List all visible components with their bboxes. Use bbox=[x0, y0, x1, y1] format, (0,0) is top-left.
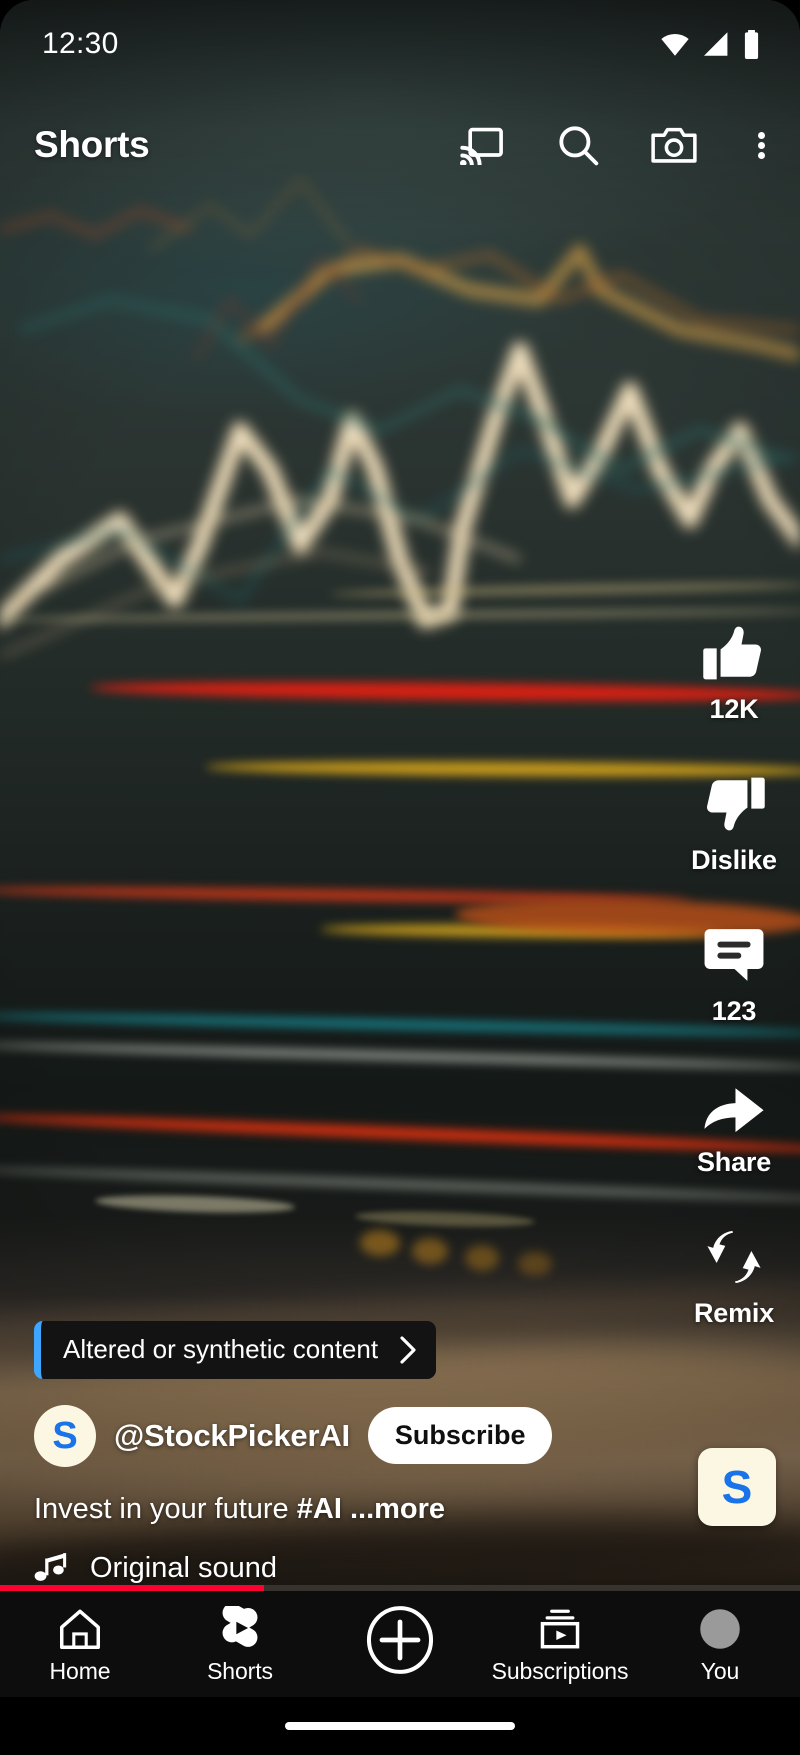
page-title: Shorts bbox=[34, 124, 150, 165]
cellular-signal-icon bbox=[704, 32, 728, 56]
status-clock: 12:30 bbox=[42, 27, 119, 60]
home-icon-wrap bbox=[58, 1604, 102, 1650]
home-icon bbox=[60, 1609, 100, 1649]
top-bar-actions bbox=[434, 123, 800, 167]
shorts-icon-wrap bbox=[218, 1604, 262, 1650]
nav-home[interactable]: Home bbox=[0, 1604, 160, 1685]
nav-home-label: Home bbox=[49, 1657, 111, 1684]
comment-bubble-icon bbox=[704, 929, 764, 981]
cast-button[interactable] bbox=[434, 125, 530, 165]
like-count: 12K bbox=[709, 694, 759, 724]
remix-arrows-icon bbox=[707, 1230, 761, 1284]
comment-button[interactable]: 123 bbox=[668, 922, 800, 1027]
caption-more-link[interactable]: ...more bbox=[350, 1493, 445, 1525]
plus-circle-icon-wrap bbox=[366, 1604, 434, 1676]
nav-subscriptions[interactable]: Subscriptions bbox=[480, 1604, 640, 1685]
nav-shorts-label: Shorts bbox=[207, 1657, 273, 1684]
nav-create[interactable] bbox=[320, 1604, 480, 1684]
action-rail: 12K Dislike 123 Share Remix bbox=[668, 620, 800, 1329]
synthetic-content-banner[interactable]: Altered or synthetic content bbox=[34, 1320, 437, 1379]
remix-button[interactable]: Remix bbox=[668, 1224, 800, 1329]
subscriptions-icon-wrap bbox=[538, 1604, 582, 1650]
wifi-icon bbox=[661, 33, 689, 56]
status-bar: 12:30 bbox=[0, 0, 800, 88]
thumbs-up-icon bbox=[703, 626, 762, 680]
shorts-icon bbox=[222, 1605, 258, 1647]
search-icon bbox=[559, 126, 599, 166]
camera-icon bbox=[651, 127, 697, 163]
caption-text: Invest in your future bbox=[34, 1492, 297, 1525]
remix-arrows-icon-wrap bbox=[703, 1224, 765, 1286]
remix-label: Remix bbox=[693, 1298, 775, 1328]
system-gesture-bar bbox=[0, 1697, 800, 1755]
share-label: Share bbox=[696, 1147, 772, 1177]
video-meta: Altered or synthetic content S @StockPic… bbox=[0, 1320, 620, 1585]
account-avatar-icon bbox=[700, 1608, 740, 1649]
sound-thumbnail-button[interactable]: S bbox=[698, 1448, 776, 1526]
thumbs-down-icon-wrap bbox=[703, 771, 765, 833]
subscribe-button[interactable]: Subscribe bbox=[367, 1407, 553, 1465]
bottom-navigation-bar: Home Shorts Subscriptions You bbox=[0, 1591, 800, 1697]
comment-bubble-icon-wrap bbox=[703, 922, 765, 984]
camera-button[interactable] bbox=[626, 125, 722, 165]
channel-row: S @StockPickerAI Subscribe bbox=[34, 1404, 620, 1467]
plus-circle-icon bbox=[366, 1606, 434, 1674]
video-caption[interactable]: Invest in your future #AI ...more bbox=[34, 1491, 620, 1527]
music-note-icon bbox=[34, 1553, 67, 1581]
avatar-letter: S bbox=[52, 1414, 78, 1457]
caption-hashtag[interactable]: #AI bbox=[297, 1493, 342, 1525]
like-button[interactable]: 12K bbox=[668, 620, 800, 725]
search-button[interactable] bbox=[530, 123, 626, 167]
thumbs-down-icon bbox=[706, 777, 765, 831]
nav-shorts[interactable]: Shorts bbox=[160, 1604, 320, 1685]
status-icons bbox=[659, 29, 760, 59]
nav-subscriptions-label: Subscriptions bbox=[491, 1657, 629, 1684]
synthetic-content-label: Altered or synthetic content bbox=[63, 1334, 379, 1365]
channel-avatar[interactable]: S bbox=[34, 1404, 96, 1467]
nav-you[interactable]: You bbox=[640, 1604, 800, 1685]
channel-handle[interactable]: @StockPickerAI bbox=[114, 1418, 350, 1454]
gesture-pill[interactable] bbox=[285, 1722, 515, 1730]
shorts-top-bar: Shorts bbox=[0, 104, 800, 186]
battery-icon bbox=[744, 29, 759, 59]
sound-thumbnail-letter: S bbox=[721, 1461, 753, 1513]
share-arrow-icon-wrap bbox=[702, 1073, 766, 1135]
share-button[interactable]: Share bbox=[668, 1073, 800, 1178]
device-screen: 12:30 Shorts 12K Dislike 123 Share Remix… bbox=[0, 0, 800, 1755]
cast-icon bbox=[460, 127, 503, 165]
comment-count: 123 bbox=[711, 996, 757, 1026]
share-arrow-icon bbox=[704, 1088, 764, 1133]
chevron-right-icon bbox=[398, 1335, 418, 1365]
dislike-label: Dislike bbox=[691, 845, 777, 875]
sound-row[interactable]: Original sound bbox=[34, 1551, 620, 1585]
more-options-icon bbox=[757, 129, 765, 162]
thumbs-up-icon-wrap bbox=[703, 620, 765, 682]
dislike-button[interactable]: Dislike bbox=[668, 771, 800, 876]
account-avatar-icon-wrap bbox=[699, 1604, 741, 1650]
nav-you-label: You bbox=[700, 1657, 740, 1684]
phone-screenshot: 12:30 Shorts 12K Dislike 123 Share Remix… bbox=[0, 0, 800, 1755]
more-options-button[interactable] bbox=[722, 129, 800, 162]
sound-label: Original sound bbox=[90, 1551, 277, 1584]
subscriptions-icon bbox=[540, 1609, 580, 1648]
